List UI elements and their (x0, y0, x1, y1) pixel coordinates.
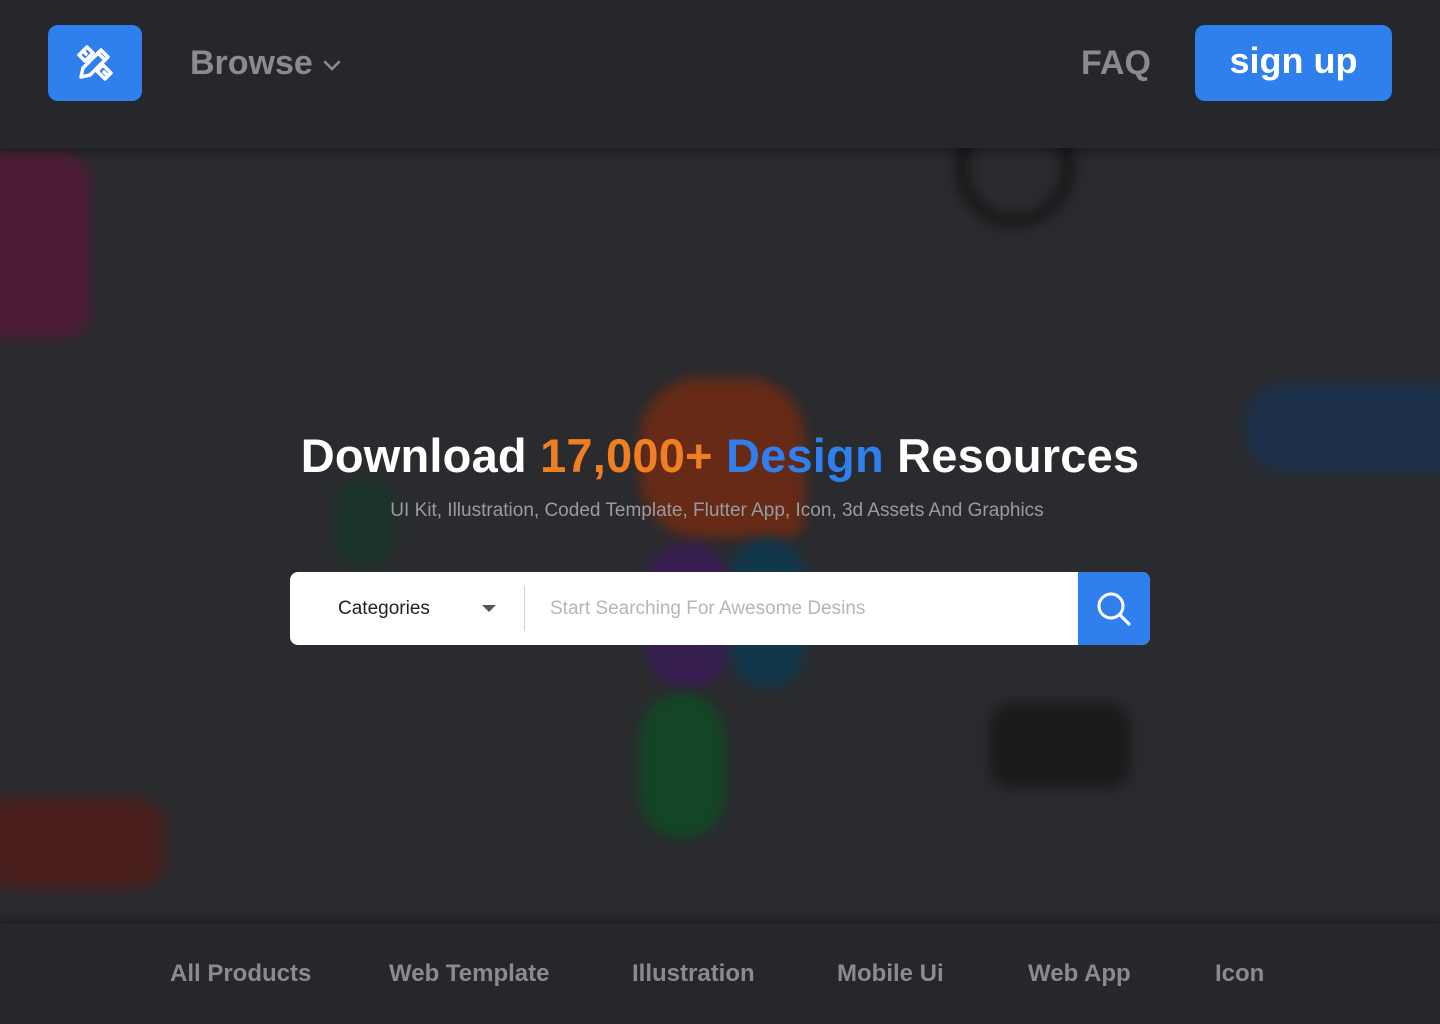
category-web-app[interactable]: Web App (1028, 958, 1131, 990)
chevron-down-icon (323, 60, 341, 71)
background-brand-shape (640, 693, 725, 838)
category-illustration[interactable]: Illustration (632, 958, 755, 990)
search-bar: Categories (290, 572, 1150, 645)
heading-text: Download (300, 429, 527, 482)
search-input[interactable] (540, 572, 1070, 645)
background-brand-shape (335, 478, 395, 568)
hero-section: Download 17,000+ Design Resources UI Kit… (0, 148, 1440, 924)
background-brand-shape (0, 153, 90, 338)
faq-link[interactable]: FAQ (1081, 40, 1151, 86)
hero-heading: Download 17,000+ Design Resources (0, 428, 1440, 483)
logo[interactable] (48, 25, 142, 101)
category-nav: All Products Web Template Illustration M… (0, 924, 1440, 1024)
categories-label: Categories (338, 597, 430, 619)
background-brand-shape (955, 148, 1075, 228)
background-brand-shape (0, 798, 165, 888)
design-tools-icon (77, 45, 113, 81)
category-web-template[interactable]: Web Template (389, 958, 549, 990)
heading-highlight: Design (725, 429, 884, 482)
heading-count: 17,000+ (540, 429, 713, 482)
browse-menu[interactable]: Browse (190, 40, 341, 86)
caret-down-icon (482, 605, 496, 612)
heading-text: Resources (897, 429, 1140, 482)
top-navigation-bar: Browse FAQ sign up (0, 0, 1440, 148)
divider (524, 586, 525, 631)
category-all-products[interactable]: All Products (170, 958, 311, 990)
hero-subheading: UI Kit, Illustration, Coded Template, Fl… (390, 500, 1044, 521)
search-icon (1097, 592, 1131, 626)
browse-label: Browse (190, 43, 313, 82)
sign-up-button[interactable]: sign up (1195, 25, 1392, 101)
background-brand-shape (990, 703, 1130, 788)
category-icon[interactable]: Icon (1215, 958, 1264, 990)
search-button[interactable] (1078, 572, 1150, 645)
categories-dropdown[interactable]: Categories (290, 572, 525, 645)
category-mobile-ui[interactable]: Mobile Ui (837, 958, 944, 990)
